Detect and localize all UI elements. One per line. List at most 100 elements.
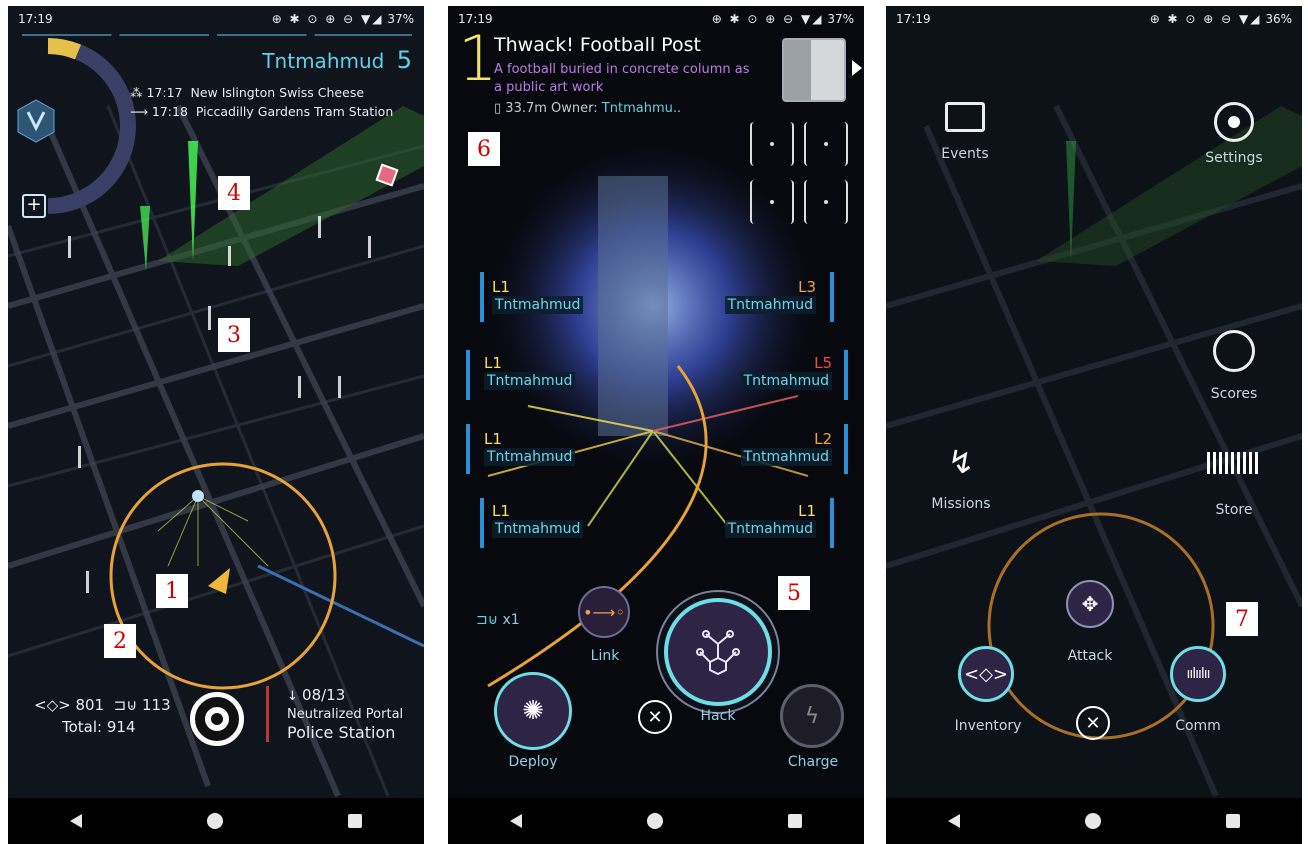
portal-key-icon: ⊐⊍ <box>476 612 498 628</box>
link-icon: •⟶◦ <box>583 602 625 622</box>
close-button[interactable]: ✕ <box>1076 706 1110 740</box>
agent-level: 5 <box>396 46 412 74</box>
schedule-row: ⟶ 17:18 Piccadilly Gardens Tram Station <box>130 104 394 119</box>
battery-percent: 37% <box>827 12 854 26</box>
portal-arrow-icon: ↓ <box>287 689 303 704</box>
resonator-slot[interactable]: L2 Tntmahmud <box>740 430 832 466</box>
schedule-row: ⁂ 17:17 New Islington Swiss Cheese <box>130 85 365 100</box>
resonator-slot[interactable]: L1 Tntmahmud <box>484 430 576 466</box>
portal-photo[interactable] <box>782 38 846 102</box>
agent-name-level[interactable]: Tntmahmud 5 <box>262 46 412 74</box>
portal-screen: 17:19 ⊕ ✱ ⊙ ⊕ ⊖ ▼◢ 37% 1 Thwack! Footbal… <box>448 6 864 844</box>
scores-menu-item[interactable]: Scores <box>1194 330 1274 402</box>
portal-distance-owner: ▯ 33.7m Owner: Tntmahmu.. <box>494 101 681 116</box>
resonator-energy-bar <box>844 350 848 400</box>
scores-icon <box>1213 330 1255 372</box>
link-label: Link <box>590 648 620 664</box>
resonator-energy-bar <box>466 350 470 400</box>
store-menu-item[interactable]: Store <box>1194 452 1274 518</box>
owner-label: Owner: <box>551 101 598 116</box>
deploy-icon: ✺ <box>522 696 544 726</box>
ops-menu-button[interactable] <box>190 692 244 746</box>
tram-stop-icon: ⁂ <box>130 85 147 100</box>
resonator-energy-bar <box>844 424 848 474</box>
marker-7: 7 <box>1226 602 1258 636</box>
agent-name: Tntmahmud <box>262 49 385 73</box>
mod-slot[interactable] <box>750 180 794 224</box>
battery-percent: 37% <box>387 12 414 26</box>
marker-4: 4 <box>218 176 250 210</box>
close-button[interactable]: ✕ <box>638 700 672 734</box>
resonator-slot[interactable]: L5 Tntmahmud <box>740 354 832 390</box>
attack-label: Attack <box>1067 648 1113 664</box>
deploy-button[interactable]: ✺ <box>494 672 572 750</box>
back-icon[interactable] <box>510 814 523 828</box>
resonator-slot[interactable]: L1 Tntmahmud <box>492 502 584 538</box>
inventory-summary[interactable]: <◇> 801 ⊐⊍ 113 Total: 914 <box>34 696 171 736</box>
marker-2: 2 <box>104 624 136 658</box>
resonator-icon: ⊐⊍ <box>113 696 138 714</box>
mod-slot[interactable] <box>804 122 848 166</box>
charge-label: Charge <box>787 754 839 770</box>
hack-glyph-icon <box>696 630 740 676</box>
ticket-icon <box>945 102 985 132</box>
selected-portal-info[interactable]: ↓ 08/13 Neutralized Portal Police Statio… <box>266 686 403 742</box>
close-icon: ✕ <box>1085 712 1101 734</box>
portal-name: Police Station <box>287 723 396 742</box>
comm-icon: ıılıılıı <box>1186 666 1210 682</box>
resonator-slot[interactable]: L1 Tntmahmud <box>492 278 584 314</box>
status-bar: 17:19 ⊕ ✱ ⊙ ⊕ ⊖ ▼◢ 36% <box>886 6 1302 32</box>
status-icons: ⊕ ✱ ⊙ ⊕ ⊖ ▼◢ <box>1149 12 1262 26</box>
tram-schedule[interactable]: ⁂ 17:17 New Islington Swiss Cheese ⟶ 17:… <box>130 83 393 121</box>
portal-owner[interactable]: Tntmahmu.. <box>602 101 681 116</box>
portal-level: 1 <box>458 22 498 95</box>
events-menu-item[interactable]: Events <box>930 102 1000 162</box>
recents-icon[interactable] <box>787 814 802 828</box>
missions-menu-item[interactable]: ↯ Missions <box>926 442 996 512</box>
back-icon[interactable] <box>948 814 961 828</box>
resonator-energy-bar <box>480 272 484 322</box>
faction-badge[interactable] <box>16 98 56 144</box>
home-icon[interactable] <box>206 813 223 829</box>
resonator-slot[interactable]: L3 Tntmahmud <box>724 278 816 314</box>
hack-button[interactable] <box>664 598 772 706</box>
portal-description: A football buried in concrete column as … <box>494 62 750 95</box>
mod-slot[interactable] <box>804 180 848 224</box>
resonator-energy-bar <box>480 498 484 548</box>
clock: 17:19 <box>458 12 493 26</box>
battery-percent: 36% <box>1265 12 1292 26</box>
xp-progress-lines <box>22 34 412 36</box>
resonator-slot[interactable]: L1 Tntmahmud <box>724 502 816 538</box>
link-button[interactable]: •⟶◦ <box>578 586 630 638</box>
android-nav-bar <box>8 798 424 844</box>
settings-menu-item[interactable]: Settings <box>1194 102 1274 166</box>
resonator-energy-bar <box>830 498 834 548</box>
zoom-button[interactable]: + <box>22 194 46 218</box>
recents-icon[interactable] <box>347 814 362 828</box>
missions-icon: ↯ <box>947 443 975 481</box>
home-icon[interactable] <box>646 813 663 829</box>
next-portal-arrow-icon[interactable] <box>852 60 862 76</box>
recents-icon[interactable] <box>1225 814 1240 828</box>
status-bar: 17:19 ⊕ ✱ ⊙ ⊕ ⊖ ▼◢ 37% <box>448 6 864 32</box>
inventory-button[interactable]: <◇> <box>958 646 1014 702</box>
xm-keys-icon: <◇> <box>34 696 71 714</box>
mod-slot[interactable] <box>750 122 794 166</box>
comm-button[interactable]: ıılıılıı <box>1170 646 1226 702</box>
android-nav-bar <box>448 798 864 844</box>
settings-icon <box>1214 102 1254 142</box>
portal-status: Neutralized Portal <box>287 707 404 722</box>
status-icons: ⊕ ✱ ⊙ ⊕ ⊖ ▼◢ <box>271 12 384 26</box>
resonator-count: 113 <box>142 696 171 714</box>
attack-button[interactable]: ✥ <box>1066 580 1114 628</box>
back-icon[interactable] <box>70 814 83 828</box>
marker-5: 5 <box>778 576 810 610</box>
hack-label: Hack <box>700 708 736 724</box>
resonator-slot[interactable]: L1 Tntmahmud <box>484 354 576 390</box>
charge-button[interactable]: ϟ <box>780 684 844 748</box>
portal-title: Thwack! Football Post <box>494 34 701 56</box>
home-icon[interactable] <box>1084 813 1101 829</box>
key-count: ⊐⊍ x1 <box>476 612 520 628</box>
xm-keys-count: 801 <box>75 696 105 714</box>
status-bar: 17:19 ⊕ ✱ ⊙ ⊕ ⊖ ▼◢ 37% <box>8 6 424 32</box>
